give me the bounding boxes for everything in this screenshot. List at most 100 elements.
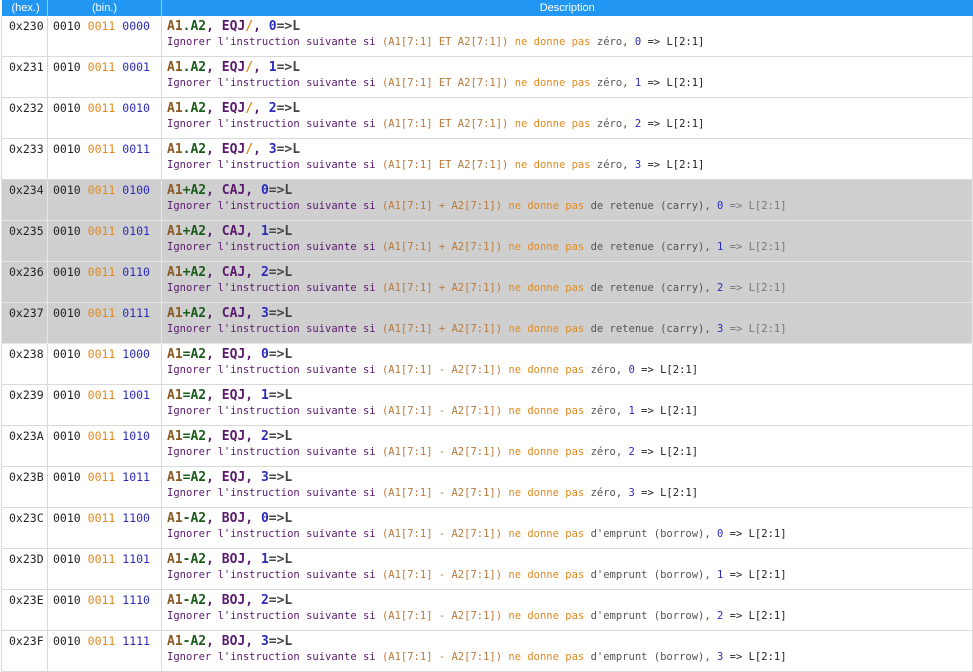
mnemonic-comma-1: , [206, 142, 222, 157]
desc-expression: (A1[7:1] + A2[7:1]) [381, 200, 503, 212]
desc-expression: (A1[7:1] ET A2[7:1]) [381, 118, 509, 130]
mnemonic: A1.A2, EQJ/, 0=>L [167, 19, 972, 35]
bin-nibble-2: 0011 [87, 19, 116, 33]
binary-code: 0010 0011 1000 [47, 343, 162, 385]
description-text: Ignorer l'instruction suivante si (A1[7:… [167, 199, 972, 213]
table-row: 0x233 0010 0011 0011 A1.A2, EQJ/, 3=>L I… [1, 138, 973, 180]
mnemonic-comma-2: , [245, 183, 261, 198]
mnemonic-arrow: =>L [276, 19, 301, 34]
description-cell: A1+A2, CAJ, 3=>L Ignorer l'instruction s… [161, 302, 973, 344]
mnemonic-condition: EQJ [221, 101, 246, 116]
desc-negation: ne donne pas [502, 487, 591, 499]
mnemonic: A1+A2, CAJ, 1=>L [167, 224, 972, 240]
description-cell: A1-A2, BOJ, 0=>L Ignorer l'instruction s… [161, 507, 973, 549]
mnemonic-operand-1: A1 [167, 142, 183, 157]
hex-code: 0x238 [1, 343, 48, 385]
mnemonic-condition: EQJ [221, 388, 246, 403]
bin-nibble-2: 0011 [87, 429, 116, 443]
mnemonic-slash: / [245, 60, 254, 75]
table-row: 0x23D 0010 0011 1101 A1-A2, BOJ, 1=>L Ig… [1, 548, 973, 590]
description-cell: A1.A2, EQJ/, 0=>L Ignorer l'instruction … [161, 16, 973, 57]
mnemonic-slash: / [245, 19, 254, 34]
hex-code: 0x236 [1, 261, 48, 303]
description-cell: A1=A2, EQJ, 0=>L Ignorer l'instruction s… [161, 343, 973, 385]
binary-code: 0010 0011 0001 [47, 56, 162, 98]
mnemonic-condition: EQJ [221, 60, 246, 75]
desc-prefix: Ignorer l'instruction suivante si [167, 282, 382, 294]
mnemonic: A1-A2, BOJ, 0=>L [167, 511, 972, 527]
bin-nibble-3: 0111 [122, 306, 150, 320]
desc-negation: ne donne pas [508, 36, 597, 48]
description-cell: A1-A2, BOJ, 3=>L Ignorer l'instruction s… [161, 630, 973, 672]
mnemonic-number: 3 [268, 142, 277, 157]
desc-negation: ne donne pas [502, 446, 591, 458]
table-header: (hex.) (bin.) Description [1, 0, 973, 16]
desc-target: => L[2:1] [641, 159, 705, 171]
description-cell: A1+A2, CAJ, 1=>L Ignorer l'instruction s… [161, 220, 973, 262]
desc-prefix: Ignorer l'instruction suivante si [167, 446, 382, 458]
mnemonic-arrow: =>L [268, 511, 293, 526]
mnemonic-operand-2: A2 [190, 306, 207, 321]
desc-condition: d'emprunt (borrow), [590, 651, 717, 663]
mnemonic-number: 0 [260, 347, 269, 362]
binary-code: 0010 0011 1101 [47, 548, 162, 590]
description-cell: A1.A2, EQJ/, 2=>L Ignorer l'instruction … [161, 97, 973, 139]
bin-nibble-1: 0010 [53, 634, 81, 648]
mnemonic-arrow: =>L [268, 183, 293, 198]
mnemonic-arrow: =>L [268, 552, 293, 567]
mnemonic-comma-1: , [206, 101, 222, 116]
mnemonic-comma-1: , [206, 388, 222, 403]
desc-target: => L[2:1] [641, 118, 705, 130]
mnemonic: A1=A2, EQJ, 0=>L [167, 347, 972, 363]
mnemonic-operand-1: A1 [167, 19, 183, 34]
bin-nibble-1: 0010 [53, 388, 81, 402]
mnemonic-comma-1: , [206, 265, 222, 280]
mnemonic-operand-2: A2 [190, 593, 207, 608]
mnemonic-condition: BOJ [221, 552, 246, 567]
desc-expression: (A1[7:1] ET A2[7:1]) [381, 159, 509, 171]
bin-nibble-3: 0100 [122, 183, 150, 197]
desc-negation: ne donne pas [502, 528, 591, 540]
bin-nibble-3: 0000 [122, 19, 150, 33]
desc-prefix: Ignorer l'instruction suivante si [167, 118, 382, 130]
mnemonic-arrow: =>L [268, 470, 293, 485]
bin-nibble-2: 0011 [87, 347, 116, 361]
desc-negation: ne donne pas [502, 241, 591, 253]
binary-code: 0010 0011 0110 [47, 261, 162, 303]
mnemonic-condition: EQJ [221, 19, 246, 34]
binary-code: 0010 0011 0111 [47, 302, 162, 344]
mnemonic: A1.A2, EQJ/, 2=>L [167, 101, 972, 117]
mnemonic-number: 3 [260, 470, 269, 485]
mnemonic-comma-1: , [206, 593, 222, 608]
description-cell: A1=A2, EQJ, 2=>L Ignorer l'instruction s… [161, 425, 973, 467]
bin-nibble-3: 1110 [122, 593, 150, 607]
mnemonic-operand-1: A1 [167, 511, 183, 526]
desc-expression: (A1[7:1] ET A2[7:1]) [381, 36, 509, 48]
desc-prefix: Ignorer l'instruction suivante si [167, 364, 382, 376]
desc-target: => L[2:1] [634, 405, 699, 417]
mnemonic-comma-2: , [245, 593, 261, 608]
bin-nibble-3: 0001 [122, 60, 150, 74]
desc-condition: zéro, [590, 446, 629, 458]
mnemonic: A1=A2, EQJ, 3=>L [167, 470, 972, 486]
description-text: Ignorer l'instruction suivante si (A1[7:… [167, 486, 972, 500]
desc-condition: zéro, [590, 364, 629, 376]
hex-code: 0x231 [1, 56, 48, 98]
desc-condition: d'emprunt (borrow), [590, 528, 717, 540]
mnemonic: A1=A2, EQJ, 1=>L [167, 388, 972, 404]
description-cell: A1=A2, EQJ, 1=>L Ignorer l'instruction s… [161, 384, 973, 426]
hex-code: 0x232 [1, 97, 48, 139]
mnemonic-comma-2: , [245, 224, 261, 239]
mnemonic-number: 1 [260, 224, 269, 239]
bin-nibble-1: 0010 [53, 224, 81, 238]
mnemonic-comma-2: , [245, 347, 261, 362]
bin-nibble-2: 0011 [87, 388, 116, 402]
hex-code: 0x235 [1, 220, 48, 262]
desc-expression: (A1[7:1] - A2[7:1]) [381, 610, 503, 622]
description-text: Ignorer l'instruction suivante si (A1[7:… [167, 445, 972, 459]
mnemonic-comma-1: , [206, 224, 222, 239]
hex-code: 0x23B [1, 466, 48, 508]
table-row: 0x23E 0010 0011 1110 A1-A2, BOJ, 2=>L Ig… [1, 589, 973, 631]
mnemonic-number: 0 [260, 511, 269, 526]
mnemonic-arrow: =>L [276, 142, 301, 157]
